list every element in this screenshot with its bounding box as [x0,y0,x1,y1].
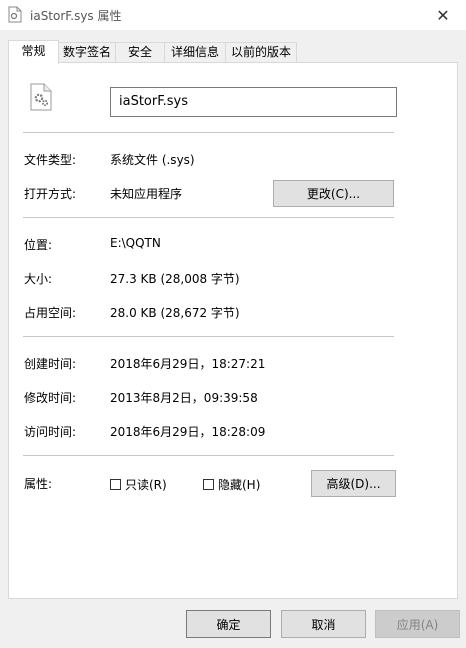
file-type-value: 系统文件 (.sys) [110,153,195,167]
location-value: E:\QQTN [110,236,161,250]
created-value: 2018年6月29日，18:27:21 [110,357,266,371]
hidden-label: 隐藏(H) [218,478,261,492]
readonly-checkbox[interactable]: 只读(R) [110,476,167,493]
opens-with-label: 打开方式: [24,187,77,201]
size-value: 27.3 KB (28,008 字节) [110,272,240,286]
size-on-disk-value: 28.0 KB (28,672 字节) [110,306,240,320]
modified-value: 2013年8月2日，09:39:58 [110,391,258,405]
readonly-checkbox-box[interactable] [110,479,121,490]
cancel-button[interactable]: 取消 [281,610,366,638]
tab-details[interactable]: 详细信息 [164,42,226,62]
readonly-label: 只读(R) [125,478,167,492]
ok-button[interactable]: 确定 [186,610,271,638]
window-title: iaStorF.sys 属性 [30,9,122,23]
size-label: 大小: [24,272,53,286]
hidden-checkbox[interactable]: 隐藏(H) [203,476,260,493]
accessed-value: 2018年6月29日，18:28:09 [110,425,266,439]
separator [23,132,394,133]
tab-previous-versions[interactable]: 以前的版本 [225,42,297,62]
tab-general[interactable]: 常规 [8,40,59,64]
accessed-label: 访问时间: [24,425,77,439]
tab-digital-signatures[interactable]: 数字签名 [58,42,116,62]
size-on-disk-label: 占用空间: [24,306,77,320]
tab-security[interactable]: 安全 [115,42,165,62]
attributes-label: 属性: [24,477,53,491]
modified-label: 修改时间: [24,391,77,405]
location-label: 位置: [24,238,53,252]
file-name-input[interactable]: iaStorF.sys [110,87,397,117]
file-icon [8,6,22,23]
file-type-label: 文件类型: [24,153,77,167]
close-button[interactable]: ✕ [420,0,466,30]
title-bar: iaStorF.sys 属性 ✕ [0,0,466,30]
close-icon: ✕ [436,5,450,25]
hidden-checkbox-box[interactable] [203,479,214,490]
system-file-icon [30,83,52,111]
advanced-button[interactable]: 高级(D)... [311,470,396,497]
separator [23,336,394,337]
separator [23,217,394,218]
created-label: 创建时间: [24,357,77,371]
change-button[interactable]: 更改(C)... [273,180,394,207]
general-panel: iaStorF.sys 文件类型: 系统文件 (.sys) 打开方式: 未知应用… [8,62,458,599]
apply-button[interactable]: 应用(A) [375,610,460,638]
separator [23,455,394,456]
opens-with-value: 未知应用程序 [110,187,183,201]
